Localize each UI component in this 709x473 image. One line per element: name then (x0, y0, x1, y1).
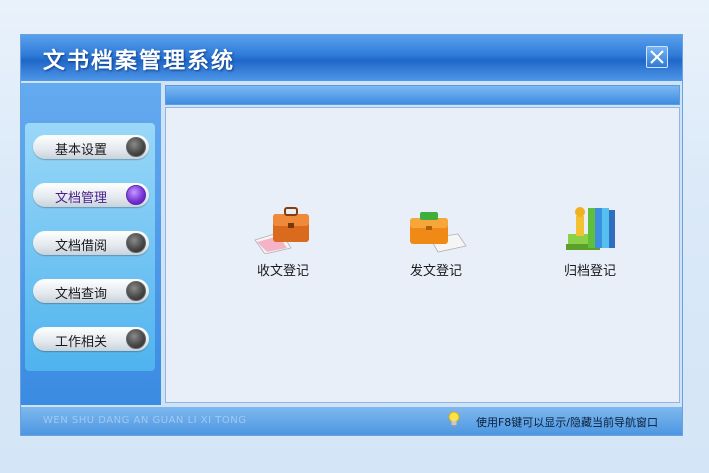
sidebar-item-basic-settings[interactable]: 基本设置 (33, 135, 149, 159)
sidebar: 基本设置 文档管理 文档借阅 文档查询 工作相关 (21, 83, 161, 405)
app-title: 文书档案管理系统 (43, 49, 236, 74)
briefcase-with-papers-icon (254, 207, 309, 254)
close-button[interactable] (646, 46, 668, 68)
sidebar-item-label: 文档借阅 (55, 239, 108, 254)
archive-registration-label: 归档登记 (563, 264, 616, 279)
sidebar-item-document-management[interactable]: 文档管理 (33, 183, 149, 207)
status-bar: WEN SHU DANG AN GUAN LI XI TONG 使用F8键可以显… (21, 407, 682, 435)
main-content: 收文登记 发文登记 归档登记 (165, 107, 680, 403)
navigation-hint: 使用F8键可以显示/隐藏当前导航窗口 (475, 416, 658, 429)
close-icon (650, 50, 664, 64)
orange-folder-icon (410, 212, 467, 253)
outgoing-registration-button[interactable]: 发文登记 (391, 204, 481, 294)
sidebar-nav: 基本设置 文档管理 文档借阅 文档查询 工作相关 (25, 123, 155, 371)
archive-registration-button[interactable]: 归档登记 (545, 204, 635, 294)
outgoing-registration-label: 发文登记 (409, 264, 462, 279)
sidebar-item-document-borrowing[interactable]: 文档借阅 (33, 231, 149, 255)
content-header-bar (165, 85, 680, 105)
sidebar-item-document-query[interactable]: 文档查询 (33, 279, 149, 303)
app-name-watermark: WEN SHU DANG AN GUAN LI XI TONG (43, 415, 247, 426)
title-bar: 文书档案管理系统 (21, 35, 682, 81)
incoming-registration-button[interactable]: 收文登记 (238, 204, 328, 294)
app-window: 文书档案管理系统 基本设置 文档管理 文档借阅 文档查询 工作相关 收文登记 发… (20, 34, 683, 436)
status-dot-icon (126, 185, 146, 205)
status-dot-icon (126, 233, 146, 253)
status-dot-icon (126, 137, 146, 157)
sidebar-item-label: 基本设置 (55, 143, 108, 158)
status-dot-icon (126, 281, 146, 301)
status-dot-icon (126, 329, 146, 349)
sidebar-item-label: 工作相关 (55, 335, 108, 350)
sidebar-item-label: 文档查询 (55, 287, 108, 302)
lightbulb-icon (448, 411, 460, 433)
sidebar-item-work-related[interactable]: 工作相关 (33, 327, 149, 351)
sidebar-item-label: 文档管理 (55, 191, 108, 206)
incoming-registration-label: 收文登记 (256, 264, 309, 279)
archive-binders-icon (566, 207, 615, 250)
